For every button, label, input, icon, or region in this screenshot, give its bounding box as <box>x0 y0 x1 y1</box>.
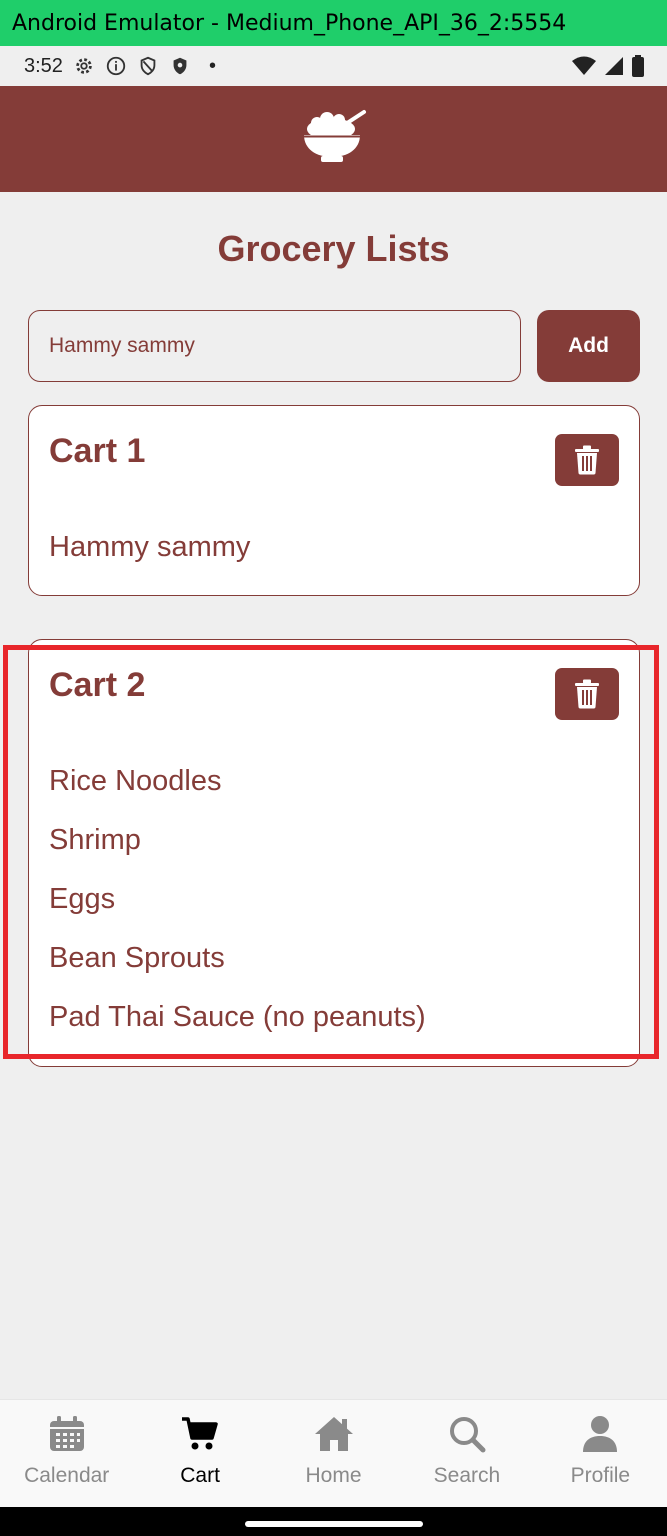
nav-label: Calendar <box>24 1464 110 1487</box>
trash-icon <box>575 679 599 709</box>
signal-icon <box>605 57 623 75</box>
nav-item-cart[interactable]: Cart <box>133 1400 266 1508</box>
profile-icon <box>581 1412 619 1456</box>
list-item: Eggs <box>49 883 116 915</box>
list-item: Hammy sammy <box>49 531 251 563</box>
list-item: Shrimp <box>49 824 141 856</box>
cart-card: Cart 1 Hammy sammy <box>28 405 640 596</box>
cart-icon <box>181 1412 219 1456</box>
home-icon <box>313 1412 355 1456</box>
home-gesture-handle[interactable] <box>245 1521 423 1527</box>
wifi-icon <box>572 56 596 75</box>
cart-card: Cart 2 Rice Noodles Shrimp Eggs Bean Spr… <box>28 639 640 1067</box>
shield-outline-icon <box>137 55 159 77</box>
nav-item-profile[interactable]: Profile <box>534 1400 667 1508</box>
list-item: Rice Noodles <box>49 765 222 797</box>
new-item-input[interactable]: Hammy sammy <box>28 310 521 382</box>
shield-filled-icon <box>169 55 191 77</box>
search-icon <box>448 1412 486 1456</box>
emulator-window-title: Android Emulator - Medium_Phone_API_36_2… <box>0 0 667 46</box>
nav-item-search[interactable]: Search <box>400 1400 533 1508</box>
page-title: Grocery Lists <box>217 228 450 269</box>
status-time: 3:52 <box>24 54 63 77</box>
trash-icon <box>575 445 599 475</box>
battery-icon <box>632 55 644 77</box>
list-item: Pad Thai Sauce (no peanuts) <box>49 1001 426 1033</box>
cart-title: Cart 2 <box>49 666 146 704</box>
rice-bowl-icon <box>301 109 367 170</box>
nav-label: Profile <box>570 1464 631 1487</box>
delete-cart-button[interactable] <box>555 434 619 486</box>
gesture-bar <box>0 1507 667 1536</box>
settings-gear-icon <box>73 55 95 77</box>
app-bar <box>0 86 667 192</box>
cart-title: Cart 1 <box>49 432 146 470</box>
add-button[interactable]: Add <box>537 310 640 382</box>
nav-label: Search <box>433 1464 501 1487</box>
nav-label: Home <box>305 1464 362 1487</box>
delete-cart-button[interactable] <box>555 668 619 720</box>
calendar-icon <box>48 1412 86 1456</box>
status-right-icons <box>571 46 645 86</box>
nav-label: Cart <box>180 1464 220 1487</box>
list-item: Bean Sprouts <box>49 942 225 974</box>
status-bar: 3:52 • <box>0 46 667 86</box>
notification-dot: • <box>208 54 216 77</box>
nav-item-calendar[interactable]: Calendar <box>0 1400 133 1508</box>
bottom-nav: Calendar Cart Home Search Profile <box>0 1399 667 1508</box>
nav-item-home[interactable]: Home <box>267 1400 400 1508</box>
info-icon <box>105 55 127 77</box>
